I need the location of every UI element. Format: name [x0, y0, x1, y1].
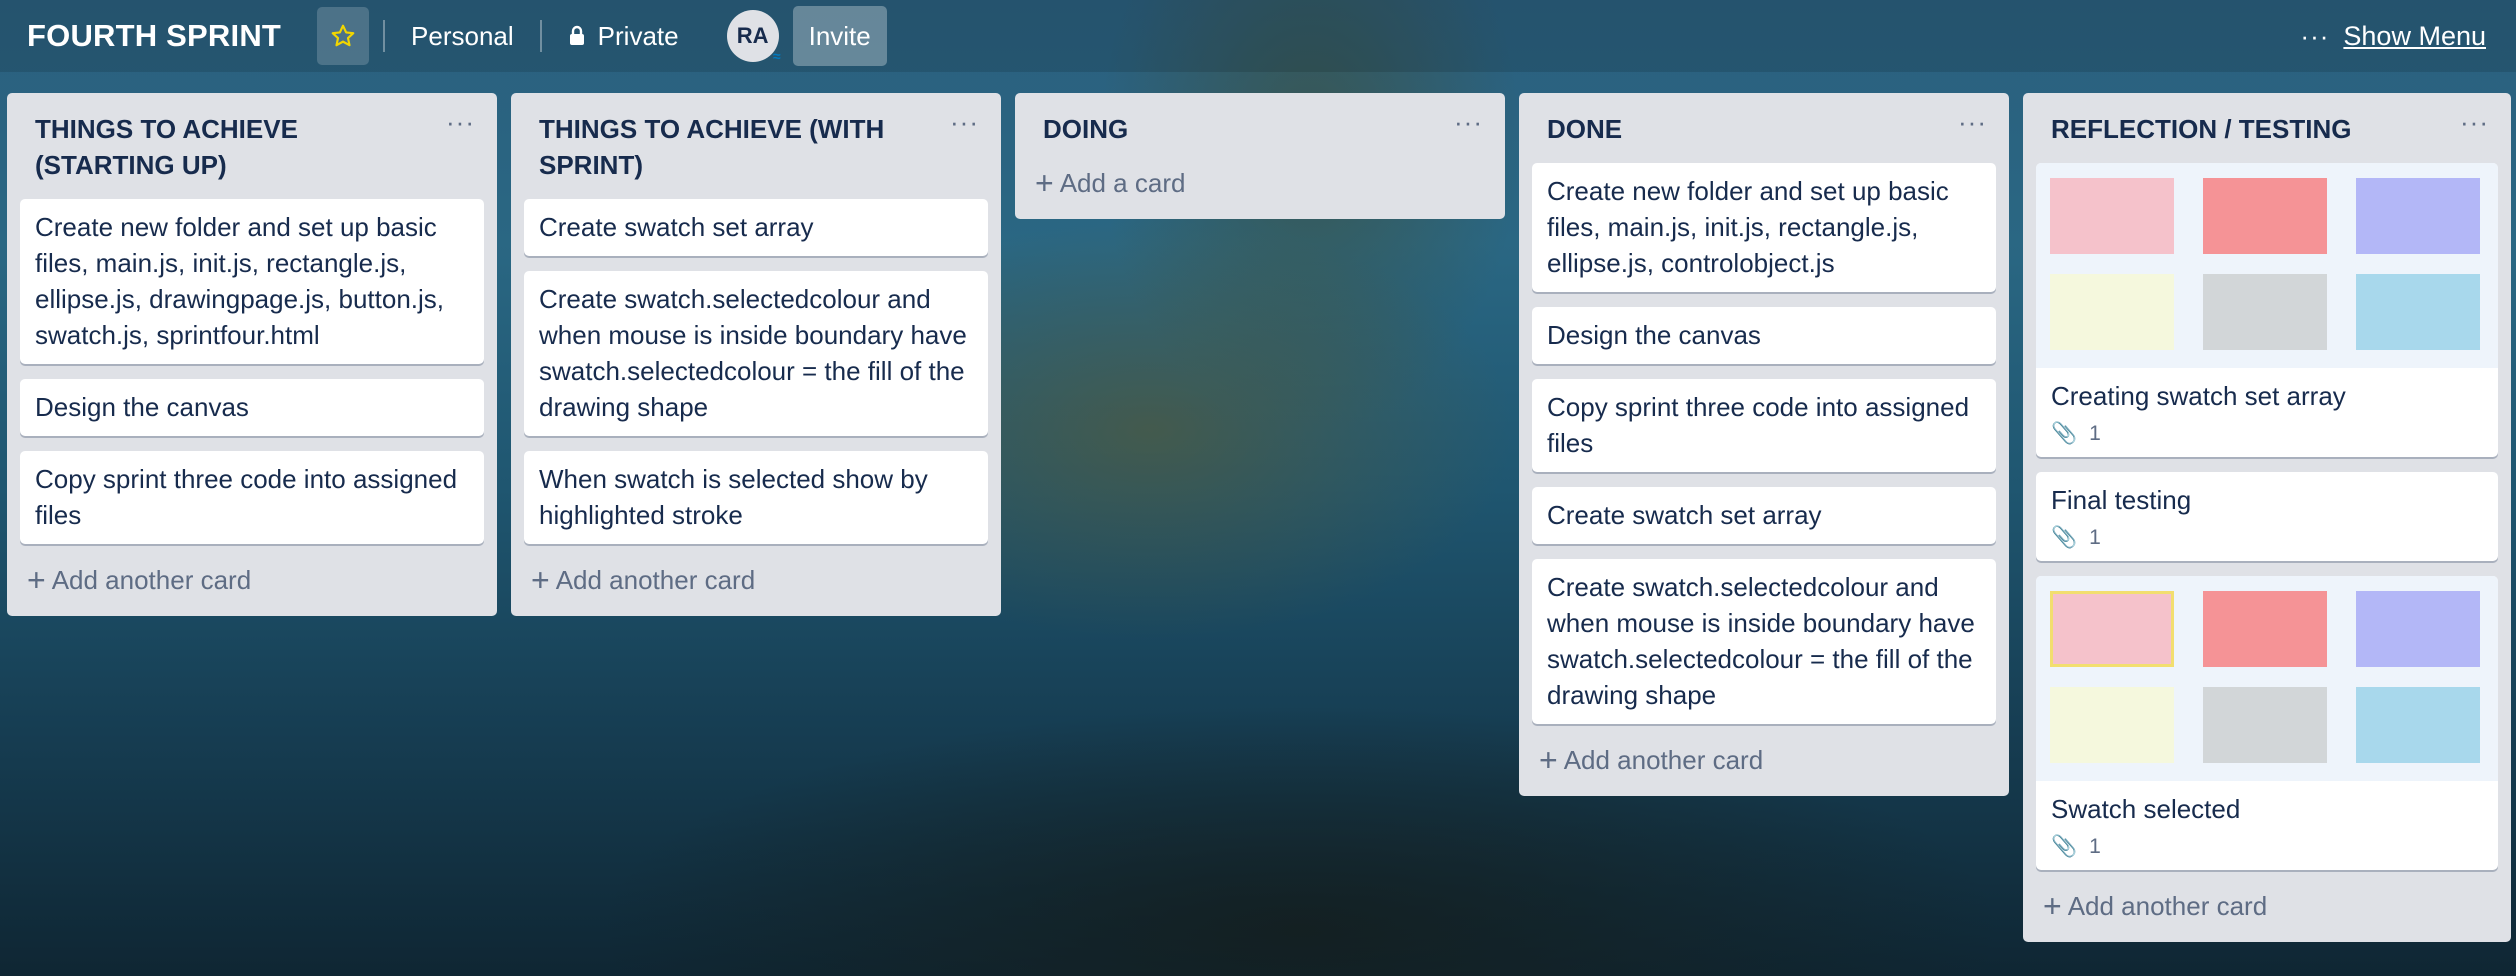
- attachment-count: 1: [2089, 526, 2101, 549]
- paperclip-icon: 📎: [2051, 422, 2078, 445]
- card-badges: 📎 1: [2051, 526, 2483, 550]
- add-card-label: Add another card: [555, 565, 756, 595]
- card[interactable]: Design the canvas: [1532, 307, 1996, 364]
- show-menu-button[interactable]: ··· Show Menu: [2300, 0, 2486, 72]
- swatch: [2203, 178, 2327, 254]
- show-menu-label: Show Menu: [2343, 20, 2486, 51]
- add-card-button[interactable]: + Add another card: [511, 559, 1001, 616]
- paperclip-icon: 📎: [2051, 526, 2078, 549]
- plus-icon: +: [1539, 742, 1558, 778]
- card-cover-image: [2036, 163, 2498, 368]
- private-label: Private: [597, 20, 679, 51]
- list-title[interactable]: DOING: [1015, 93, 1505, 147]
- card-cover-image: [2036, 576, 2498, 781]
- add-card-button[interactable]: + Add another card: [1519, 739, 2009, 796]
- privacy-button[interactable]: Private: [556, 7, 691, 65]
- add-card-label: Add another card: [1563, 745, 1764, 775]
- add-card-label: Add another card: [2067, 891, 2268, 921]
- list-title[interactable]: THINGS TO ACHIEVE (WITH SPRINT): [511, 93, 1001, 183]
- paperclip-icon: 📎: [2051, 835, 2078, 858]
- list-title[interactable]: DONE: [1519, 93, 2009, 147]
- team-visibility-button[interactable]: Personal: [399, 7, 526, 65]
- card-with-cover[interactable]: Swatch selected 📎 1: [2036, 576, 2498, 870]
- list-done: DONE ··· Create new folder and set up ba…: [1519, 93, 2009, 796]
- star-button[interactable]: [317, 7, 370, 65]
- card-title: Final testing: [2051, 485, 2192, 515]
- card-title: Swatch selected: [2051, 794, 2241, 824]
- invite-label: Invite: [808, 20, 871, 51]
- swatch: [2050, 274, 2174, 350]
- swatch: [2356, 591, 2480, 667]
- swatch: [2203, 687, 2327, 763]
- card[interactable]: Create swatch set array: [524, 199, 988, 256]
- personal-label: Personal: [411, 20, 514, 51]
- card-badges: 📎 1: [2051, 422, 2483, 446]
- list-doing: DOING ··· + Add a card: [1015, 93, 1505, 219]
- plus-icon: +: [27, 562, 46, 598]
- board-title[interactable]: FOURTH SPRINT: [27, 18, 281, 54]
- avatar-initials: RA: [736, 23, 769, 48]
- list-things-to-achieve-starting-up: THINGS TO ACHIEVE (STARTING UP) ··· Crea…: [7, 93, 497, 616]
- board-header: FOURTH SPRINT Personal Private RA ≈ Invi…: [0, 0, 2516, 72]
- swatch: [2050, 178, 2174, 254]
- swatch: [2203, 591, 2327, 667]
- lock-icon: [569, 25, 584, 45]
- add-card-button[interactable]: + Add a card: [1015, 147, 1505, 219]
- list-title[interactable]: THINGS TO ACHIEVE (STARTING UP): [7, 93, 497, 183]
- star-icon: [331, 24, 355, 47]
- add-card-button[interactable]: + Add another card: [2023, 885, 2511, 942]
- swatch-selected: [2050, 591, 2174, 667]
- card[interactable]: Design the canvas: [20, 379, 484, 436]
- list-menu-icon[interactable]: ···: [446, 107, 475, 138]
- plus-icon: +: [2043, 888, 2062, 924]
- list-reflection-testing: REFLECTION / TESTING ··· Creating swatch…: [2023, 93, 2511, 942]
- card[interactable]: When swatch is selected show by highligh…: [524, 451, 988, 544]
- swatch: [2356, 687, 2480, 763]
- avatar[interactable]: RA ≈: [726, 10, 781, 64]
- card[interactable]: Create swatch.selectedcolour and when mo…: [524, 271, 988, 436]
- list-menu-icon[interactable]: ···: [2460, 107, 2489, 138]
- plus-icon: +: [531, 562, 550, 598]
- add-card-label: Add a card: [1059, 168, 1186, 198]
- card[interactable]: Create swatch.selectedcolour and when mo…: [1532, 559, 1996, 724]
- card[interactable]: Create new folder and set up basic files…: [1532, 163, 1996, 292]
- add-card-button[interactable]: + Add another card: [7, 559, 497, 616]
- card-badges: 📎 1: [2051, 835, 2483, 859]
- swatch: [2356, 178, 2480, 254]
- card[interactable]: Final testing 📎 1: [2036, 472, 2498, 561]
- card[interactable]: Copy sprint three code into assigned fil…: [1532, 379, 1996, 472]
- list-menu-icon[interactable]: ···: [1958, 107, 1987, 138]
- card-with-cover[interactable]: Creating swatch set array 📎 1: [2036, 163, 2498, 457]
- invite-button[interactable]: Invite: [792, 6, 887, 66]
- header-divider: [539, 20, 542, 52]
- card[interactable]: Create swatch set array: [1532, 487, 1996, 544]
- list-things-to-achieve-with-sprint: THINGS TO ACHIEVE (WITH SPRINT) ··· Crea…: [511, 93, 1001, 616]
- list-menu-icon[interactable]: ···: [1454, 107, 1483, 138]
- list-title[interactable]: REFLECTION / TESTING: [2023, 93, 2511, 147]
- card[interactable]: Copy sprint three code into assigned fil…: [20, 451, 484, 544]
- admin-badge-icon: ≈: [772, 48, 781, 64]
- header-divider: [383, 20, 386, 52]
- more-icon: ···: [2300, 20, 2330, 51]
- swatch: [2356, 274, 2480, 350]
- add-card-label: Add another card: [51, 565, 252, 595]
- card-title: Creating swatch set array: [2051, 381, 2346, 411]
- swatch: [2203, 274, 2327, 350]
- list-menu-icon[interactable]: ···: [950, 107, 979, 138]
- plus-icon: +: [1035, 165, 1054, 201]
- attachment-count: 1: [2089, 422, 2101, 445]
- swatch: [2050, 687, 2174, 763]
- card[interactable]: Create new folder and set up basic files…: [20, 199, 484, 364]
- attachment-count: 1: [2089, 835, 2101, 858]
